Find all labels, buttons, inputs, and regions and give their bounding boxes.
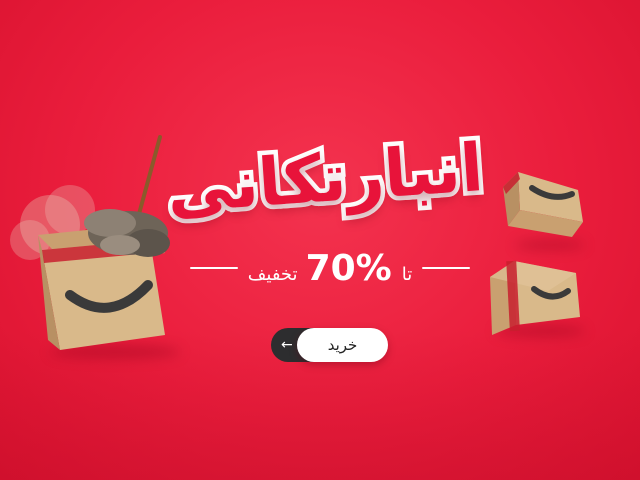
divider-line-right <box>422 267 470 269</box>
buy-button[interactable]: ← خرید <box>271 328 388 362</box>
campaign-title: انبارتکانی <box>160 124 490 232</box>
right-top-box <box>503 172 583 237</box>
discount-suffix: تخفیف <box>247 263 298 285</box>
divider-line-left <box>190 267 238 269</box>
discount-row: تا 70% تخفیف <box>190 240 470 296</box>
discount-text: تا 70% تخفیف <box>248 248 412 289</box>
buy-button-label[interactable]: خرید <box>297 328 388 362</box>
right-bottom-box <box>490 260 580 335</box>
discount-percent: 70% <box>305 247 392 289</box>
discount-prefix: تا <box>401 263 413 285</box>
promo-banner[interactable]: انبارتکانی تا 70% تخفیف ← خرید <box>0 0 640 480</box>
